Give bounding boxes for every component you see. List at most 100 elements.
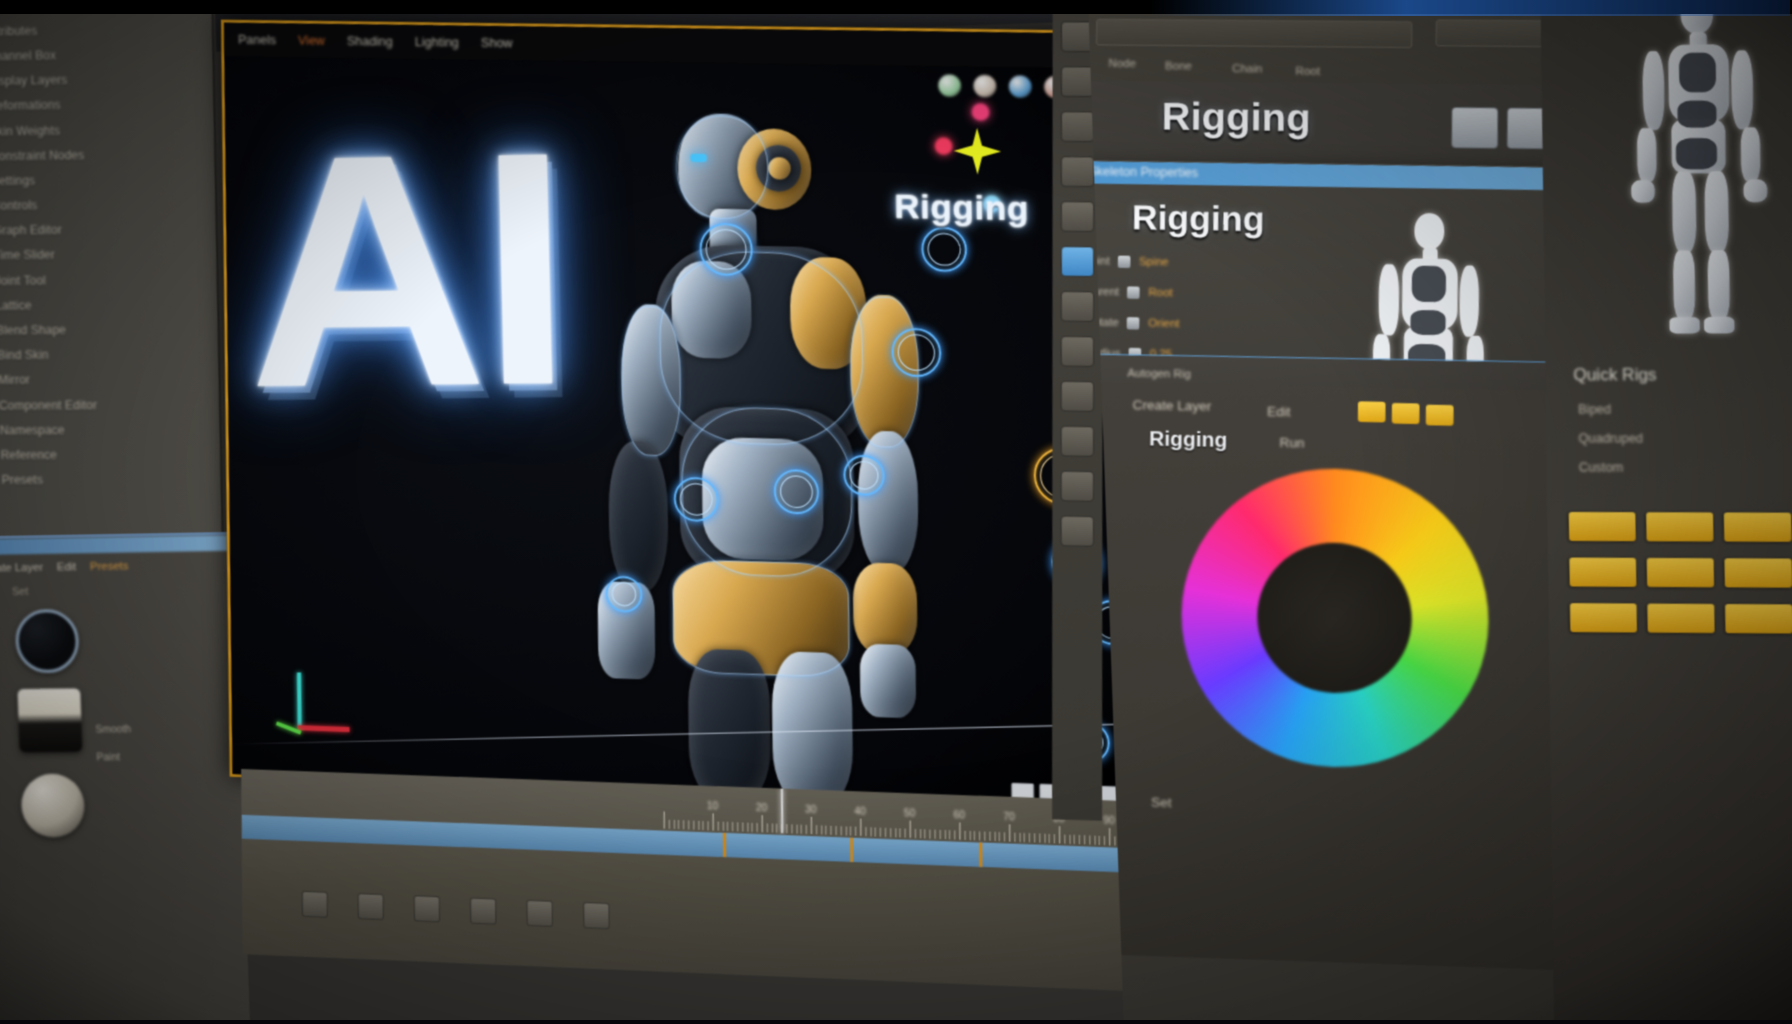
property-swatch-icon[interactable] [1118, 256, 1131, 268]
quick-rig-button-1-0[interactable] [1569, 558, 1636, 587]
timeline-playhead[interactable] [781, 789, 783, 834]
vertical-tool-9[interactable] [1061, 426, 1094, 457]
rig-control-handle-4[interactable] [774, 469, 820, 515]
vertical-tool-2[interactable] [1061, 111, 1094, 142]
property-row[interactable]: ParentRoot [1085, 286, 1173, 300]
sidebar-item-time-slider[interactable]: Time Slider [0, 241, 223, 268]
edit-label[interactable]: Edit [1267, 404, 1291, 420]
vertical-tool-7[interactable] [1061, 336, 1094, 367]
rig-control-handle-3[interactable] [674, 476, 719, 522]
viewport-menu-panels[interactable]: Panels [238, 33, 276, 47]
material-ball-gradient[interactable] [17, 688, 82, 752]
sidebar-item-mirror[interactable]: Mirror [0, 367, 227, 394]
view-tile-1[interactable] [1451, 107, 1498, 149]
search-field[interactable] [1096, 19, 1412, 48]
sidebar-item-reference[interactable]: Reference [0, 442, 230, 468]
timeline-button-1[interactable] [358, 893, 384, 920]
quick-rig-row-3[interactable]: Custom [1579, 460, 1624, 475]
viewport-menu-lighting[interactable]: Lighting [415, 35, 459, 50]
vertical-tool-4[interactable] [1061, 201, 1094, 232]
tab-edit[interactable]: Edit [57, 561, 77, 573]
quick-rig-button-0-2[interactable] [1724, 512, 1792, 541]
timeline-keyframe-0[interactable] [723, 833, 726, 857]
quick-rig-row-1[interactable]: Biped [1578, 402, 1611, 417]
rig-control-handle-5[interactable] [843, 454, 885, 496]
timeline-button-2[interactable] [414, 895, 440, 922]
viewport-menu-view[interactable]: View [298, 34, 325, 48]
viewport-hud-dot-0[interactable] [938, 74, 961, 97]
rigging-row-value[interactable]: Run [1279, 435, 1304, 451]
vertical-tool-8[interactable] [1061, 381, 1094, 412]
layer-button-3[interactable] [1426, 405, 1454, 426]
sidebar-item-joint-tool[interactable]: Joint Tool [0, 266, 223, 293]
tab-create[interactable]: Create Layer [0, 562, 43, 575]
quick-rig-button-0-1[interactable] [1646, 512, 1713, 541]
timeline-tick [925, 829, 926, 838]
timeline-button-4[interactable] [526, 900, 552, 927]
sidebar-item-constraint-nodes[interactable]: Constraint Nodes [0, 141, 219, 169]
timeline-button-3[interactable] [470, 898, 496, 925]
sidebar-item-label: Deformations [0, 98, 61, 113]
sidebar-item-bind-skin[interactable]: Bind Skin [0, 342, 226, 369]
quick-rig-row-2[interactable]: Quadruped [1578, 431, 1643, 446]
quick-rig-button-2-0[interactable] [1570, 603, 1637, 632]
sidebar-item-namespace[interactable]: Namespace [0, 417, 229, 443]
sidebar-item-graph-editor[interactable]: Graph Editor [0, 216, 222, 244]
rig-control-handle-1[interactable] [921, 227, 967, 273]
timeline-tick [1064, 834, 1065, 843]
viewport-menu-show[interactable]: Show [481, 36, 513, 50]
sidebar-item-display-layers[interactable]: Display Layers [0, 65, 216, 94]
timeline-button-0[interactable] [302, 891, 328, 918]
property-swatch-icon[interactable] [1127, 317, 1140, 330]
create-layer-label[interactable]: Create Layer [1133, 397, 1212, 414]
viewport-menu-shading[interactable]: Shading [347, 34, 393, 49]
viewport-hud-dot-2[interactable] [1009, 75, 1032, 98]
layer-button-2[interactable] [1392, 403, 1420, 424]
rig-control-handle-0[interactable] [699, 223, 753, 277]
sidebar-item-deformations[interactable]: Deformations [0, 91, 217, 120]
material-ball-light[interactable] [20, 774, 85, 838]
quick-rig-button-0-0[interactable] [1569, 512, 1636, 541]
property-row[interactable]: JointSpine [1085, 255, 1168, 269]
sidebar-item-lattice[interactable]: Lattice [0, 291, 224, 318]
color-wheel[interactable] [1181, 466, 1490, 772]
tab-presets[interactable]: Presets [90, 560, 129, 573]
viewport-panel[interactable]: Panels View Shading Lighting Show AI [221, 20, 1126, 808]
sidebar-item-label: Settings [0, 174, 35, 188]
material-ball-dark[interactable] [15, 609, 80, 673]
vertical-tool-3[interactable] [1061, 156, 1094, 187]
rig-control-handles[interactable] [556, 101, 987, 107]
quick-rig-button-1-2[interactable] [1724, 558, 1792, 587]
vertical-tool-10[interactable] [1061, 471, 1094, 502]
sidebar-item-settings[interactable]: Settings [0, 166, 220, 194]
timeline-button-5[interactable] [583, 902, 610, 929]
property-swatch-icon[interactable] [1127, 286, 1140, 298]
sidebar-item-label: Mirror [0, 373, 30, 387]
vertical-tool-5[interactable] [1061, 246, 1094, 277]
rig-preview-figure[interactable] [1603, 0, 1792, 336]
vertical-tool-11[interactable] [1061, 516, 1094, 547]
viewport-hud-dot-1[interactable] [973, 75, 996, 98]
timeline-tick [747, 823, 748, 832]
viewport-canvas[interactable]: AI [224, 57, 1126, 808]
property-row[interactable]: RotateOrient [1085, 316, 1180, 330]
sidebar-item-presets[interactable]: Presets [0, 467, 231, 493]
sidebar-item-label: Lattice [0, 298, 32, 312]
layer-button-1[interactable] [1358, 401, 1386, 422]
sidebar-item-component-editor[interactable]: Component Editor [0, 392, 228, 418]
sidebar-item-blend-shape[interactable]: Blend Shape [0, 316, 225, 343]
sidebar-item-controls[interactable]: Controls [0, 191, 221, 219]
quick-rig-button-1-1[interactable] [1647, 558, 1714, 587]
sidebar-item-skin-weights[interactable]: Skin Weights [0, 116, 218, 144]
quick-rig-button-2-2[interactable] [1725, 604, 1792, 634]
label-bone: Bone [1165, 60, 1192, 73]
rig-control-handle-2[interactable] [891, 328, 941, 378]
timeline-keyframe-2[interactable] [979, 843, 982, 868]
timeline-tick [1099, 836, 1100, 845]
vertical-tool-6[interactable] [1061, 291, 1094, 322]
timeline-transport-buttons[interactable] [302, 891, 610, 929]
rig-control-handle-6[interactable] [606, 575, 643, 612]
quick-rig-button-2-1[interactable] [1647, 604, 1714, 633]
timeline-keyframe-1[interactable] [850, 838, 853, 862]
vertical-tool-1[interactable] [1061, 66, 1094, 97]
